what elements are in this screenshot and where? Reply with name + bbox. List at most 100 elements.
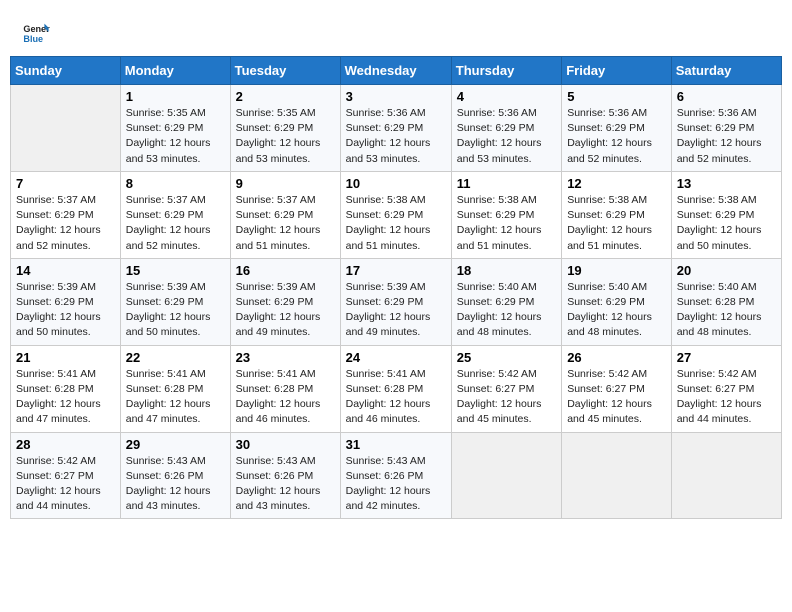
day-info: Sunrise: 5:43 AMSunset: 6:26 PMDaylight:…	[126, 454, 225, 515]
day-number: 30	[236, 437, 335, 452]
calendar-cell: 13 Sunrise: 5:38 AMSunset: 6:29 PMDayligh…	[671, 171, 781, 258]
day-number: 14	[16, 263, 115, 278]
day-info: Sunrise: 5:39 AMSunset: 6:29 PMDaylight:…	[346, 280, 446, 341]
day-number: 27	[677, 350, 776, 365]
day-number: 21	[16, 350, 115, 365]
day-info: Sunrise: 5:38 AMSunset: 6:29 PMDaylight:…	[677, 193, 776, 254]
day-number: 4	[457, 89, 556, 104]
weekday-monday: Monday	[120, 57, 230, 85]
calendar-cell: 19Sunrise: 5:40 AMSunset: 6:29 PMDayligh…	[562, 258, 672, 345]
day-number: 6	[677, 89, 776, 104]
day-info: Sunrise: 5:38 AMSunset: 6:29 PMDaylight:…	[346, 193, 446, 254]
day-number: 2	[236, 89, 335, 104]
day-number: 15	[126, 263, 225, 278]
svg-text:Blue: Blue	[23, 34, 43, 44]
calendar-cell: 9 Sunrise: 5:37 AMSunset: 6:29 PMDaylight…	[230, 171, 340, 258]
day-info: Sunrise: 5:38 AMSunset: 6:29 PMDaylight:…	[567, 193, 666, 254]
day-number: 22	[126, 350, 225, 365]
day-number: 9	[236, 176, 335, 191]
calendar-cell: 16 Sunrise: 5:39 AMSunset: 6:29 PMDayligh…	[230, 258, 340, 345]
calendar-cell: 20Sunrise: 5:40 AMSunset: 6:28 PMDayligh…	[671, 258, 781, 345]
calendar-cell: 31 Sunrise: 5:43 AMSunset: 6:26 PMDayligh…	[340, 432, 451, 519]
day-number: 7	[16, 176, 115, 191]
day-info: Sunrise: 5:41 AMSunset: 6:28 PMDaylight:…	[236, 367, 335, 428]
day-info: Sunrise: 5:37 AMSunset: 6:29 PMDaylight:…	[236, 193, 335, 254]
day-info: Sunrise: 5:41 AMSunset: 6:28 PMDaylight:…	[346, 367, 446, 428]
calendar-cell: 27 Sunrise: 5:42 AMSunset: 6:27 PMDayligh…	[671, 345, 781, 432]
day-number: 31	[346, 437, 446, 452]
calendar-cell: 26 Sunrise: 5:42 AMSunset: 6:27 PMDayligh…	[562, 345, 672, 432]
day-number: 16	[236, 263, 335, 278]
calendar-cell: 5 Sunrise: 5:36 AMSunset: 6:29 PMDaylight…	[562, 85, 672, 172]
day-number: 29	[126, 437, 225, 452]
calendar-cell: 8 Sunrise: 5:37 AMSunset: 6:29 PMDaylight…	[120, 171, 230, 258]
day-info: Sunrise: 5:39 AMSunset: 6:29 PMDaylight:…	[236, 280, 335, 341]
day-info: Sunrise: 5:43 AMSunset: 6:26 PMDaylight:…	[346, 454, 446, 515]
week-row-3: 14 Sunrise: 5:39 AMSunset: 6:29 PMDayligh…	[11, 258, 782, 345]
calendar-cell	[451, 432, 561, 519]
weekday-sunday: Sunday	[11, 57, 121, 85]
day-info: Sunrise: 5:37 AMSunset: 6:29 PMDaylight:…	[16, 193, 115, 254]
day-number: 5	[567, 89, 666, 104]
calendar-cell: 6Sunrise: 5:36 AMSunset: 6:29 PMDaylight…	[671, 85, 781, 172]
week-row-1: 1Sunrise: 5:35 AMSunset: 6:29 PMDaylight…	[11, 85, 782, 172]
calendar-cell: 14 Sunrise: 5:39 AMSunset: 6:29 PMDayligh…	[11, 258, 121, 345]
logo: General Blue	[22, 18, 50, 46]
day-number: 3	[346, 89, 446, 104]
logo-icon: General Blue	[22, 18, 50, 46]
calendar-cell: 18 Sunrise: 5:40 AMSunset: 6:29 PMDayligh…	[451, 258, 561, 345]
day-info: Sunrise: 5:42 AMSunset: 6:27 PMDaylight:…	[567, 367, 666, 428]
weekday-saturday: Saturday	[671, 57, 781, 85]
day-info: Sunrise: 5:43 AMSunset: 6:26 PMDaylight:…	[236, 454, 335, 515]
day-number: 26	[567, 350, 666, 365]
calendar-cell: 4 Sunrise: 5:36 AMSunset: 6:29 PMDaylight…	[451, 85, 561, 172]
day-number: 25	[457, 350, 556, 365]
day-number: 19	[567, 263, 666, 278]
day-info: Sunrise: 5:36 AMSunset: 6:29 PMDaylight:…	[567, 106, 666, 167]
week-row-2: 7 Sunrise: 5:37 AMSunset: 6:29 PMDaylight…	[11, 171, 782, 258]
day-number: 12	[567, 176, 666, 191]
day-info: Sunrise: 5:40 AMSunset: 6:28 PMDaylight:…	[677, 280, 776, 341]
calendar-cell	[671, 432, 781, 519]
calendar-cell: 22 Sunrise: 5:41 AMSunset: 6:28 PMDayligh…	[120, 345, 230, 432]
day-info: Sunrise: 5:38 AMSunset: 6:29 PMDaylight:…	[457, 193, 556, 254]
day-info: Sunrise: 5:42 AMSunset: 6:27 PMDaylight:…	[677, 367, 776, 428]
calendar-cell	[11, 85, 121, 172]
day-info: Sunrise: 5:42 AMSunset: 6:27 PMDaylight:…	[16, 454, 115, 515]
calendar-cell: 17 Sunrise: 5:39 AMSunset: 6:29 PMDayligh…	[340, 258, 451, 345]
day-info: Sunrise: 5:40 AMSunset: 6:29 PMDaylight:…	[457, 280, 556, 341]
weekday-header-row: SundayMondayTuesdayWednesdayThursdayFrid…	[11, 57, 782, 85]
day-number: 18	[457, 263, 556, 278]
day-info: Sunrise: 5:39 AMSunset: 6:29 PMDaylight:…	[16, 280, 115, 341]
calendar-cell: 28 Sunrise: 5:42 AMSunset: 6:27 PMDayligh…	[11, 432, 121, 519]
day-info: Sunrise: 5:41 AMSunset: 6:28 PMDaylight:…	[126, 367, 225, 428]
day-info: Sunrise: 5:36 AMSunset: 6:29 PMDaylight:…	[457, 106, 556, 167]
day-info: Sunrise: 5:41 AMSunset: 6:28 PMDaylight:…	[16, 367, 115, 428]
day-number: 11	[457, 176, 556, 191]
calendar-cell: 10 Sunrise: 5:38 AMSunset: 6:29 PMDayligh…	[340, 171, 451, 258]
week-row-4: 21 Sunrise: 5:41 AMSunset: 6:28 PMDayligh…	[11, 345, 782, 432]
week-row-5: 28 Sunrise: 5:42 AMSunset: 6:27 PMDayligh…	[11, 432, 782, 519]
day-number: 10	[346, 176, 446, 191]
calendar-cell: 12 Sunrise: 5:38 AMSunset: 6:29 PMDayligh…	[562, 171, 672, 258]
day-number: 28	[16, 437, 115, 452]
weekday-friday: Friday	[562, 57, 672, 85]
day-info: Sunrise: 5:36 AMSunset: 6:29 PMDaylight:…	[346, 106, 446, 167]
calendar-cell: 24 Sunrise: 5:41 AMSunset: 6:28 PMDayligh…	[340, 345, 451, 432]
calendar-cell: 3 Sunrise: 5:36 AMSunset: 6:29 PMDaylight…	[340, 85, 451, 172]
calendar-cell: 15Sunrise: 5:39 AMSunset: 6:29 PMDayligh…	[120, 258, 230, 345]
day-number: 8	[126, 176, 225, 191]
calendar-cell: 29 Sunrise: 5:43 AMSunset: 6:26 PMDayligh…	[120, 432, 230, 519]
page-header: General Blue	[10, 10, 782, 50]
calendar-cell: 7 Sunrise: 5:37 AMSunset: 6:29 PMDaylight…	[11, 171, 121, 258]
day-info: Sunrise: 5:35 AMSunset: 6:29 PMDaylight:…	[126, 106, 225, 167]
day-number: 17	[346, 263, 446, 278]
calendar-cell: 25Sunrise: 5:42 AMSunset: 6:27 PMDayligh…	[451, 345, 561, 432]
calendar-cell: 2Sunrise: 5:35 AMSunset: 6:29 PMDaylight…	[230, 85, 340, 172]
calendar-cell	[562, 432, 672, 519]
day-number: 24	[346, 350, 446, 365]
day-info: Sunrise: 5:37 AMSunset: 6:29 PMDaylight:…	[126, 193, 225, 254]
calendar-cell: 11 Sunrise: 5:38 AMSunset: 6:29 PMDayligh…	[451, 171, 561, 258]
day-number: 13	[677, 176, 776, 191]
weekday-tuesday: Tuesday	[230, 57, 340, 85]
